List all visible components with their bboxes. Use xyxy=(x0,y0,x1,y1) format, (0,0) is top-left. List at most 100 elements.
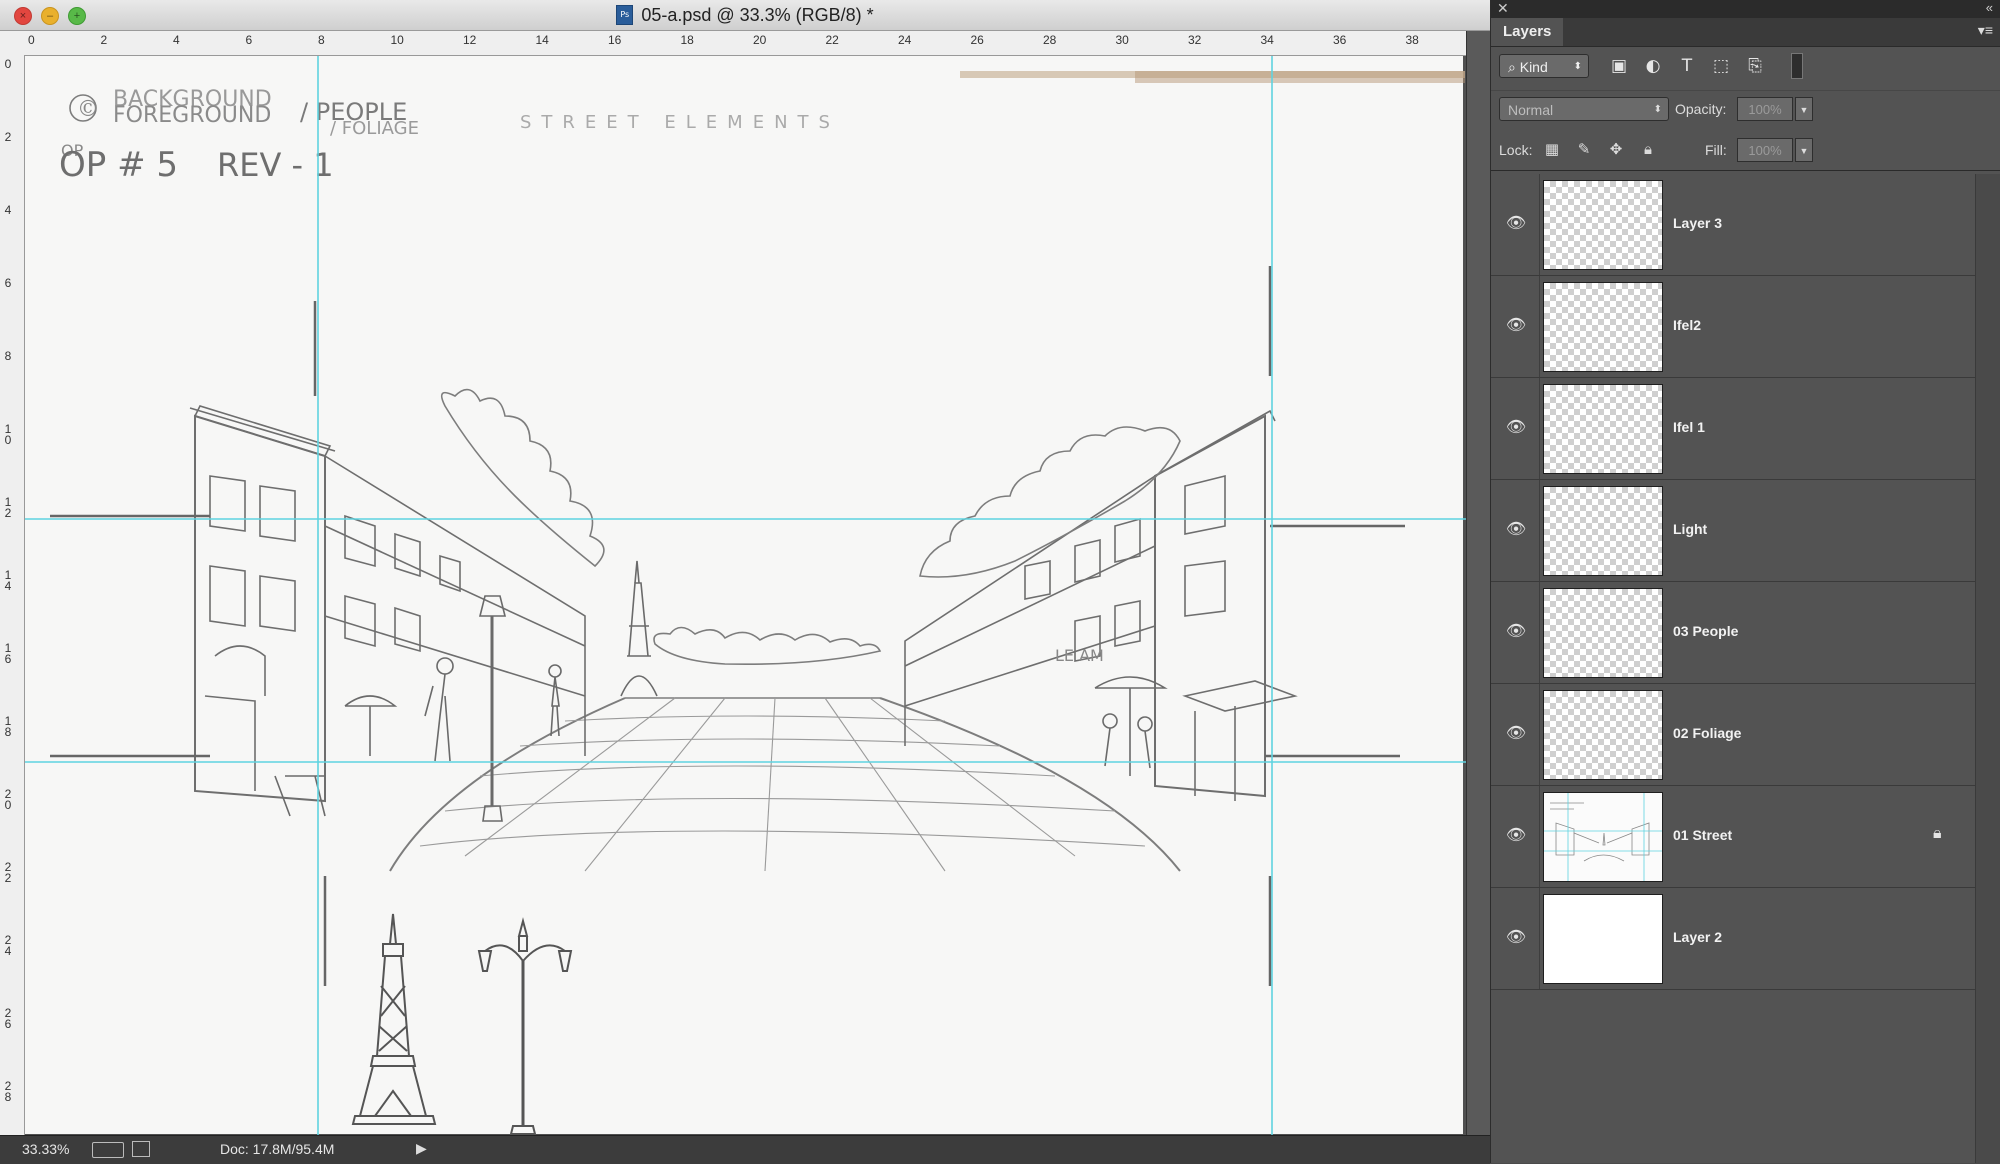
ruler-h-label: 10 xyxy=(390,33,404,47)
image-filter-icon[interactable]: ▣ xyxy=(1607,55,1631,77)
layer-row[interactable]: 👁︎ 02 Foliage xyxy=(1491,684,1975,786)
title-bar: × – + Ps 05-a.psd @ 33.3% (RGB/8) * xyxy=(0,0,1490,31)
eye-icon[interactable]: 👁︎ xyxy=(1505,928,1527,946)
status-share-icon[interactable] xyxy=(132,1141,150,1157)
layer-divider xyxy=(1539,480,1540,581)
layer-thumbnail[interactable] xyxy=(1543,690,1663,780)
canvas-area[interactable]: © BACKGROUND FOREGROUND / PEOPLE / FOLIA… xyxy=(25,56,1466,1135)
layer-row[interactable]: 👁︎ Ifel 1 xyxy=(1491,378,1975,480)
layer-divider xyxy=(1539,276,1540,377)
layer-divider xyxy=(1539,174,1540,275)
ruler-v-label: 8 xyxy=(4,349,12,363)
layer-row[interactable]: 👁︎ 01 Street 🔒︎ xyxy=(1491,786,1975,888)
vertical-ruler[interactable]: 0 2 4 6 8 10 12 14 16 18 20 22 24 26 28 xyxy=(0,55,25,1135)
layer-thumbnail[interactable] xyxy=(1543,486,1663,576)
panel-menu-icon[interactable]: ▾≡ xyxy=(1978,22,1993,39)
layer-thumbnail[interactable] xyxy=(1543,792,1663,882)
layer-name[interactable]: 02 Foliage xyxy=(1673,725,1741,741)
note-street-elements: STREET ELEMENTS xyxy=(520,112,840,133)
layer-thumbnail[interactable] xyxy=(1543,588,1663,678)
layer-row[interactable]: 👁︎ 03 People xyxy=(1491,582,1975,684)
ruler-v-label: 22 xyxy=(4,860,12,885)
panel-close-icon[interactable]: ✕ xyxy=(1497,0,1509,17)
layers-scrollbar[interactable] xyxy=(1975,174,2000,1163)
vertical-scrollbar[interactable] xyxy=(1466,31,1491,1135)
close-window-button[interactable]: × xyxy=(14,7,32,25)
layer-name[interactable]: Ifel 1 xyxy=(1673,419,1705,435)
opacity-field[interactable]: 100% xyxy=(1737,97,1793,121)
ruler-h-label: 2 xyxy=(100,33,108,47)
layer-name[interactable]: 01 Street xyxy=(1673,827,1732,843)
ruler-h-label: 30 xyxy=(1115,33,1129,47)
ruler-origin[interactable] xyxy=(0,31,25,56)
lock-image-pixels-icon[interactable]: ✎ xyxy=(1573,138,1595,160)
lock-label: Lock: xyxy=(1499,142,1533,158)
layer-name[interactable]: 03 People xyxy=(1673,623,1738,639)
eye-icon[interactable]: 👁︎ xyxy=(1505,520,1527,538)
smart-object-filter-icon[interactable]: ⎘ xyxy=(1743,55,1767,77)
layer-thumbnail[interactable] xyxy=(1543,180,1663,270)
ruler-h-label: 0 xyxy=(28,33,35,47)
lock-all-icon[interactable]: 🔒︎ xyxy=(1637,138,1659,160)
eye-icon[interactable]: 👁︎ xyxy=(1505,622,1527,640)
layer-thumbnail[interactable] xyxy=(1543,894,1663,984)
ruler-h-label: 18 xyxy=(680,33,694,47)
zoom-level[interactable]: 33.33% xyxy=(22,1141,69,1157)
document-size: Doc: 17.8M/95.4M xyxy=(220,1141,335,1157)
layers-panel: ✕ « Layers ▾≡ ⌕ Kind ⬍ ▣ ◐ T ⬚ ⎘ Normal … xyxy=(1490,0,2000,1163)
document-title-text: 05-a.psd @ 33.3% (RGB/8) * xyxy=(641,4,874,25)
minimize-window-button[interactable]: – xyxy=(41,7,59,25)
layer-thumbnail[interactable] xyxy=(1543,384,1663,474)
shape-filter-icon[interactable]: ⬚ xyxy=(1709,55,1733,77)
layer-row[interactable]: 👁︎ Layer 3 xyxy=(1491,174,1975,276)
status-view-icon[interactable] xyxy=(92,1142,124,1158)
ruler-h-label: 8 xyxy=(318,33,325,47)
ruler-v-label: 0 xyxy=(4,57,12,71)
horizontal-ruler[interactable]: 0 2 4 6 8 10 12 14 16 18 20 22 24 26 28 30 32 34 36 38 xyxy=(24,31,1466,56)
status-menu-arrow-icon[interactable]: ▶ xyxy=(416,1140,427,1157)
layer-thumbnail[interactable] xyxy=(1543,282,1663,372)
layer-row[interactable]: 👁︎ Ifel2 xyxy=(1491,276,1975,378)
psd-file-icon: Ps xyxy=(616,5,634,25)
ruler-v-label: 18 xyxy=(4,714,12,739)
layer-name[interactable]: Layer 2 xyxy=(1673,929,1722,945)
filter-kind-select[interactable]: ⌕ Kind ⬍ xyxy=(1499,54,1589,78)
blend-mode-select[interactable]: Normal ⬍ xyxy=(1499,97,1669,121)
eye-icon[interactable]: 👁︎ xyxy=(1505,418,1527,436)
layer-divider xyxy=(1539,582,1540,683)
svg-text:©: © xyxy=(77,97,99,122)
fill-field[interactable]: 100% xyxy=(1737,138,1793,162)
opacity-dropdown-icon[interactable]: ▼ xyxy=(1795,97,1813,121)
layer-row[interactable]: 👁︎ Light xyxy=(1491,480,1975,582)
blend-mode-value: Normal xyxy=(1508,102,1554,118)
eye-icon[interactable]: 👁︎ xyxy=(1505,316,1527,334)
eye-icon[interactable]: 👁︎ xyxy=(1505,214,1527,232)
layer-row[interactable]: 👁︎ Layer 2 xyxy=(1491,888,1975,990)
lock-row: Lock: ▦ ✎ ✥ 🔒︎ Fill: 100% ▼ xyxy=(1491,130,2000,171)
note-op-number: OP # 5 xyxy=(59,145,178,185)
lock-position-icon[interactable]: ✥ xyxy=(1605,138,1627,160)
layer-name[interactable]: Light xyxy=(1673,521,1707,537)
layer-divider xyxy=(1539,684,1540,785)
tab-layers[interactable]: Layers xyxy=(1491,18,1564,46)
document-title: Ps 05-a.psd @ 33.3% (RGB/8) * xyxy=(616,4,874,26)
ruler-h-label: 20 xyxy=(753,33,767,47)
layer-name[interactable]: Ifel2 xyxy=(1673,317,1701,333)
ruler-v-label: 24 xyxy=(4,933,12,958)
ruler-v-label: 28 xyxy=(4,1079,12,1104)
note-foreground: FOREGROUND xyxy=(113,103,271,128)
ruler-h-label: 22 xyxy=(825,33,839,47)
panel-collapse-icon[interactable]: « xyxy=(1986,0,1993,15)
fill-dropdown-icon[interactable]: ▼ xyxy=(1795,138,1813,162)
filter-toggle[interactable] xyxy=(1791,53,1803,79)
zoom-window-button[interactable]: + xyxy=(68,7,86,25)
adjustment-filter-icon[interactable]: ◐ xyxy=(1641,55,1665,77)
lock-transparent-pixels-icon[interactable]: ▦ xyxy=(1541,138,1563,160)
layer-name[interactable]: Layer 3 xyxy=(1673,215,1722,231)
eye-icon[interactable]: 👁︎ xyxy=(1505,826,1527,844)
sketch-artwork[interactable]: © BACKGROUND FOREGROUND / PEOPLE / FOLIA… xyxy=(25,56,1466,1135)
street-sign: LE AM xyxy=(1055,646,1104,665)
type-filter-icon[interactable]: T xyxy=(1675,55,1699,77)
eye-icon[interactable]: 👁︎ xyxy=(1505,724,1527,742)
layer-divider xyxy=(1539,786,1540,887)
